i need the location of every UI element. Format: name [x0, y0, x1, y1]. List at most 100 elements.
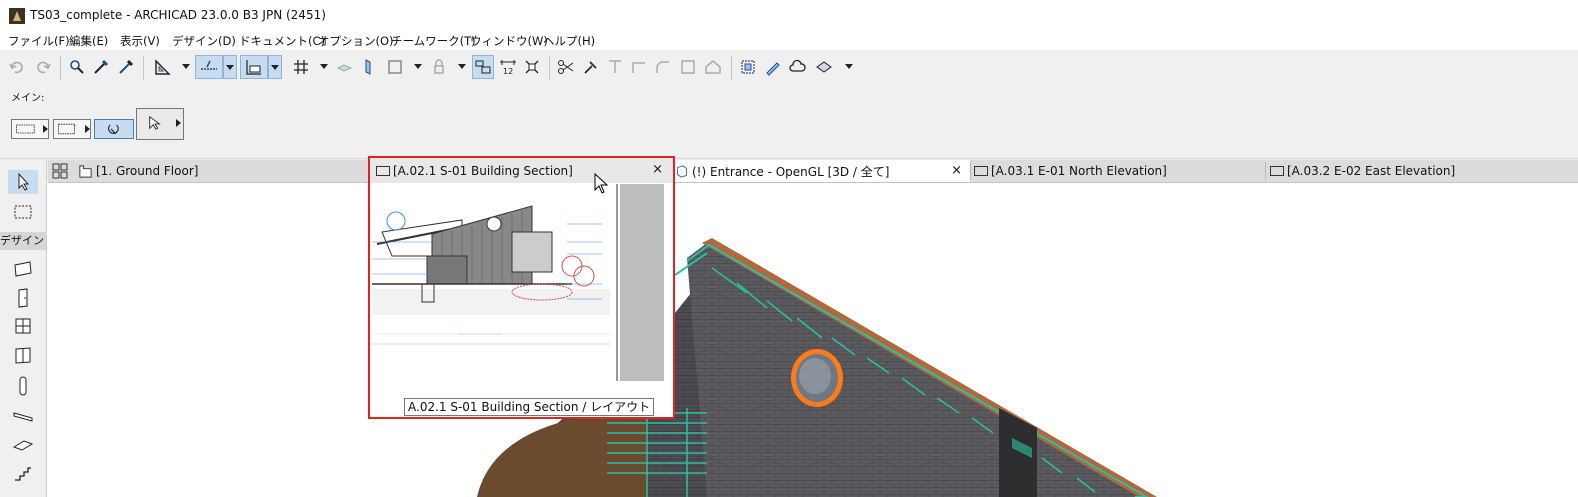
- menu-edit[interactable]: 編集(E): [69, 33, 108, 49]
- tab-ground-floor[interactable]: [1. Ground Floor]: [78, 160, 368, 182]
- eyedropper-button[interactable]: [90, 55, 112, 79]
- tab-overview[interactable]: [48, 160, 78, 182]
- toolbox-section-design[interactable]: デザイン: [0, 232, 46, 250]
- menu-file[interactable]: ファイル(F): [8, 33, 70, 49]
- undo-button[interactable]: [6, 55, 28, 79]
- adjust-button[interactable]: [604, 55, 626, 79]
- guide-lines-button[interactable]: [195, 55, 223, 79]
- beam-tool[interactable]: [8, 405, 38, 429]
- cloud-button[interactable]: [787, 55, 809, 79]
- marquee-tool[interactable]: [8, 200, 38, 224]
- tab-building-section[interactable]: [A.02.1 S-01 Building Section] ×: [370, 158, 673, 183]
- chevron-right-icon: [85, 125, 90, 133]
- preview-close-button[interactable]: ×: [652, 162, 663, 177]
- resize-icon: [525, 60, 539, 74]
- grid-view-icon: [52, 163, 68, 179]
- 3d-view-icon: [677, 165, 687, 178]
- split-button[interactable]: [580, 55, 602, 79]
- dimension-button[interactable]: 12: [497, 55, 519, 79]
- render-button[interactable]: [813, 55, 835, 79]
- column-icon: [19, 376, 27, 396]
- roof-icon: [705, 60, 721, 74]
- preview-tooltip: A.02.1 S-01 Building Section / レイアウト: [404, 398, 655, 416]
- find-select-button[interactable]: [66, 55, 88, 79]
- tab-label: (!) Entrance - OpenGL [3D / 全て]: [692, 164, 890, 179]
- info-box-label: メイン:: [11, 93, 45, 104]
- chevron-down-icon[interactable]: [414, 64, 422, 69]
- 3d-viewport[interactable]: [47, 183, 1578, 497]
- door-tool[interactable]: [8, 286, 38, 310]
- offset-icon: [681, 60, 695, 74]
- menu-window[interactable]: ウィンドウ(W): [470, 33, 548, 49]
- wall-tool[interactable]: [8, 256, 38, 280]
- redo-button[interactable]: [32, 55, 54, 79]
- tracker-dropdown[interactable]: [268, 55, 282, 79]
- layers-icon: [336, 64, 353, 72]
- cut-button[interactable]: [555, 55, 577, 79]
- edit-plane-button[interactable]: [357, 55, 379, 79]
- cursor-arrow-icon: [149, 115, 161, 130]
- offset-button[interactable]: [677, 55, 699, 79]
- arrow-tool[interactable]: [8, 170, 38, 194]
- toolbar-separator: [143, 56, 144, 80]
- suspend-groups-button[interactable]: [472, 55, 494, 79]
- suspend-groups-icon: [475, 60, 491, 74]
- archicad-logo-icon: [9, 8, 25, 24]
- tab-north-elevation[interactable]: [A.03.1 E-01 North Elevation]: [972, 160, 1262, 182]
- tab-preview-popup[interactable]: [A.02.1 S-01 Building Section] × A.02.1 …: [368, 156, 675, 419]
- fillet-button[interactable]: [652, 55, 674, 79]
- marquee-method-button[interactable]: [53, 119, 91, 139]
- menu-document[interactable]: ドキュメント(C): [239, 33, 325, 49]
- tab-label: [1. Ground Floor]: [96, 164, 199, 178]
- chevron-down-icon[interactable]: [458, 64, 466, 69]
- layer-combination-button[interactable]: [333, 55, 355, 79]
- group-button[interactable]: [737, 55, 759, 79]
- window-tool[interactable]: [8, 314, 38, 338]
- menu-options[interactable]: オプション(O): [318, 33, 394, 49]
- grid-snap-button[interactable]: [290, 55, 312, 79]
- resize-button[interactable]: [521, 55, 543, 79]
- curtain-wall-tool[interactable]: [8, 343, 38, 367]
- tab-3d-entrance[interactable]: (!) Entrance - OpenGL [3D / 全て] ×: [670, 160, 970, 182]
- slab-tool[interactable]: [8, 433, 38, 457]
- trace-icon: [388, 60, 402, 74]
- tab-label: [A.02.1 S-01 Building Section]: [393, 163, 573, 178]
- tracker-button[interactable]: [240, 55, 268, 79]
- menu-teamwork[interactable]: チームワーク(T): [391, 33, 476, 49]
- arrow-tool-settings[interactable]: [136, 108, 184, 140]
- chevron-down-icon[interactable]: [182, 64, 190, 69]
- fillet-icon: [656, 61, 669, 73]
- door-icon: [18, 288, 28, 308]
- syringe-button[interactable]: [115, 55, 137, 79]
- column-tool[interactable]: [8, 374, 38, 398]
- tracker-icon: [246, 60, 261, 75]
- guide-lines-dropdown[interactable]: [223, 55, 237, 79]
- intersect-button[interactable]: [628, 55, 650, 79]
- group-icon: [741, 60, 755, 74]
- stair-icon: [15, 467, 31, 481]
- lock-button[interactable]: [428, 55, 450, 79]
- trace-button[interactable]: [384, 55, 406, 79]
- chevron-down-icon[interactable]: [845, 64, 853, 69]
- roof-button[interactable]: [702, 55, 724, 79]
- view-tab-bar: [1. Ground Floor] (!) Entrance - OpenGL …: [48, 160, 1578, 183]
- markup-button[interactable]: [762, 55, 784, 79]
- chevron-down-icon[interactable]: [320, 64, 328, 69]
- menu-bar: ファイル(F) 編集(E) 表示(V) デザイン(D) ドキュメント(C) オプ…: [0, 32, 1578, 50]
- rotate-button[interactable]: [94, 119, 134, 139]
- dimension-icon: 12: [500, 60, 516, 76]
- tab-east-elevation[interactable]: [A.03.2 E-02 East Elevation]: [1268, 160, 1558, 182]
- window-icon: [15, 318, 31, 334]
- tab-close-button[interactable]: ×: [951, 163, 962, 178]
- selection-method-button[interactable]: [11, 119, 49, 139]
- drafting-aids-button[interactable]: [152, 55, 174, 79]
- menu-help[interactable]: ヘルプ(H): [543, 33, 595, 49]
- layout-icon: [376, 165, 390, 176]
- toolbar-separator: [60, 56, 61, 80]
- info-box: メイン:: [0, 86, 1578, 159]
- menu-design[interactable]: デザイン(D): [172, 33, 236, 49]
- dashed-selection-icon: [16, 124, 35, 134]
- stair-tool[interactable]: [8, 463, 38, 487]
- menu-view[interactable]: 表示(V): [120, 33, 160, 49]
- curtain-wall-icon: [15, 347, 31, 364]
